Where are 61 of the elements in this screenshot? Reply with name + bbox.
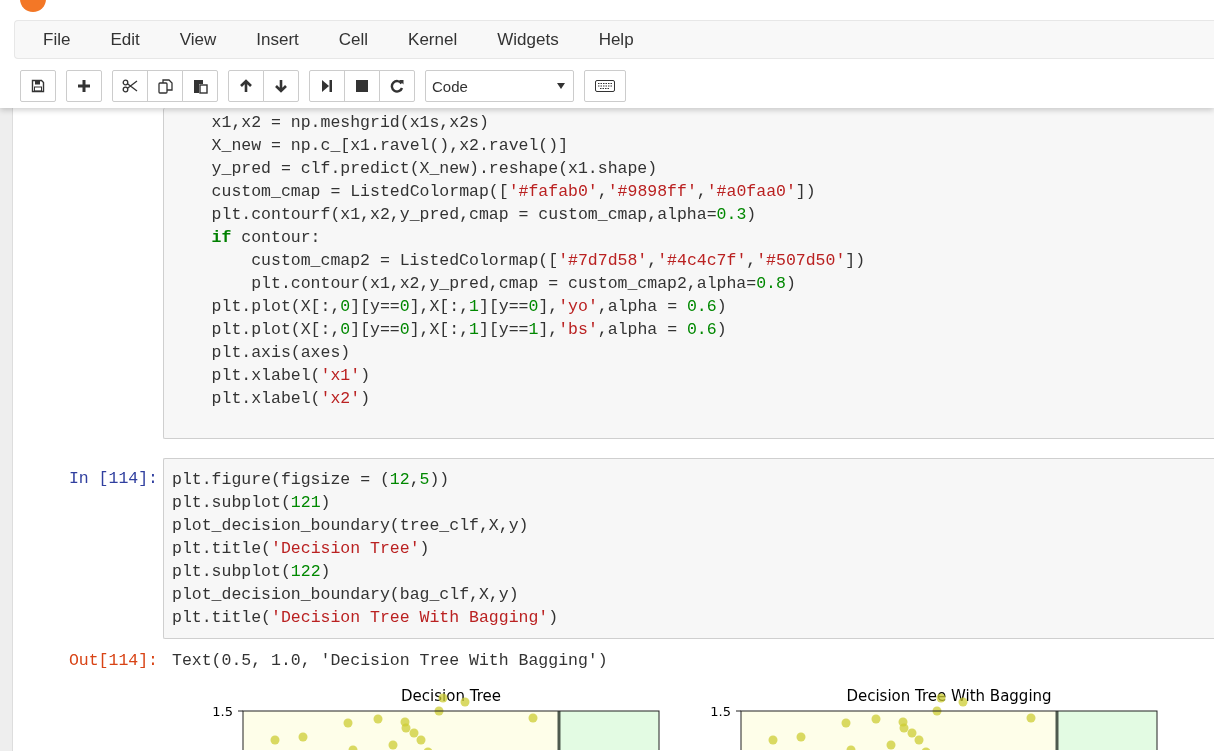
output-prompt: Out[114]: bbox=[67, 650, 159, 672]
code-line: plt.contour(x1,x2,y_pred,cmap = custom_cmap2,alpha=0.8) bbox=[251, 273, 796, 295]
code-line: plt.axis(axes) bbox=[211, 342, 351, 364]
code-line: custom_cmap2 = ListedColormap(['#7d7d58','#4c4c7f','#507d50']) bbox=[251, 250, 866, 272]
code-cell[interactable] bbox=[163, 458, 1214, 639]
code-line: plot_decision_boundary(tree_clf,X,y) bbox=[172, 515, 529, 537]
save-icon bbox=[31, 79, 45, 93]
code-line: X_new = np.c_[x1.ravel(),x2.ravel()] bbox=[211, 135, 569, 157]
restart-button[interactable] bbox=[379, 70, 415, 102]
code-line: plt.xlabel('x1') bbox=[211, 365, 371, 387]
stop-button[interactable] bbox=[344, 70, 380, 102]
stop-icon bbox=[355, 79, 369, 93]
plus-icon bbox=[77, 79, 91, 93]
code-line: custom_cmap = ListedColormap(['#fafab0','#9898ff','#a0faa0']) bbox=[211, 181, 816, 203]
menu-item[interactable]: Widgets bbox=[477, 29, 579, 50]
y-tick-label: 1.5 bbox=[212, 704, 233, 719]
output-text: Text(0.5, 1.0, 'Decision Tree With Bagging') bbox=[171, 650, 608, 672]
menu-item[interactable]: Edit bbox=[90, 29, 160, 50]
code-line: plt.plot(X[:,0][y==0],X[:,1][y==1],'bs',alpha = 0.6) bbox=[211, 319, 727, 341]
y-tick-label: 1.5 bbox=[710, 704, 731, 719]
plot-title: Decision Tree With Bagging bbox=[846, 687, 1052, 705]
code-line: plt.title('Decision Tree With Bagging') bbox=[172, 607, 559, 629]
code-cell[interactable] bbox=[163, 108, 1214, 439]
caret-icon bbox=[557, 83, 565, 89]
plot-title: Decision Tree bbox=[401, 687, 501, 705]
code-line: y_pred = clf.predict(X_new).reshape(x1.shape) bbox=[211, 158, 658, 180]
keyboard-button[interactable] bbox=[584, 70, 626, 102]
code-line: x1,x2 = np.meshgrid(x1s,x2s) bbox=[211, 112, 489, 134]
code-line: plt.xlabel('x2') bbox=[211, 388, 371, 410]
menu-item[interactable]: Cell bbox=[318, 29, 389, 50]
menu-item[interactable]: Help bbox=[578, 29, 654, 50]
menu-item[interactable]: Kernel bbox=[388, 29, 478, 50]
cell-type-dropdown[interactable]: Code bbox=[425, 70, 574, 102]
code-line: plt.figure(figsize = (12,5)) bbox=[172, 469, 450, 491]
input-prompt: In [114]: bbox=[67, 468, 159, 490]
arrow-up-icon bbox=[239, 79, 253, 93]
save-button[interactable] bbox=[20, 70, 56, 102]
keyboard-icon bbox=[595, 80, 615, 92]
add-cell-button[interactable] bbox=[66, 70, 102, 102]
code-line: plt.title('Decision Tree') bbox=[172, 538, 430, 560]
cut-button[interactable] bbox=[112, 70, 148, 102]
code-line: if contour: bbox=[211, 227, 321, 249]
arrow-down-icon bbox=[274, 79, 288, 93]
code-line: plt.contourf(x1,x2,y_pred,cmap = custom_cmap,alpha=0.3) bbox=[211, 204, 757, 226]
code-line: plt.plot(X[:,0][y==0],X[:,1][y==0],'yo',alpha = 0.6) bbox=[211, 296, 727, 318]
move-up-button[interactable] bbox=[228, 70, 264, 102]
menu-item[interactable]: File bbox=[23, 29, 91, 50]
code-line: plt.subplot(122) bbox=[172, 561, 331, 583]
paste-button[interactable] bbox=[182, 70, 218, 102]
step-forward-icon bbox=[321, 79, 333, 93]
scissors-icon bbox=[122, 79, 138, 93]
menu-item[interactable]: View bbox=[159, 29, 237, 50]
copy-icon bbox=[157, 78, 173, 94]
copy-button[interactable] bbox=[147, 70, 183, 102]
paste-icon bbox=[192, 78, 208, 94]
restart-icon bbox=[390, 79, 404, 93]
code-line: plt.subplot(121) bbox=[172, 492, 331, 514]
code-line: plot_decision_boundary(bag_clf,X,y) bbox=[172, 584, 519, 606]
run-button[interactable] bbox=[309, 70, 345, 102]
move-down-button[interactable] bbox=[263, 70, 299, 102]
menu-item[interactable]: Insert bbox=[236, 29, 319, 50]
